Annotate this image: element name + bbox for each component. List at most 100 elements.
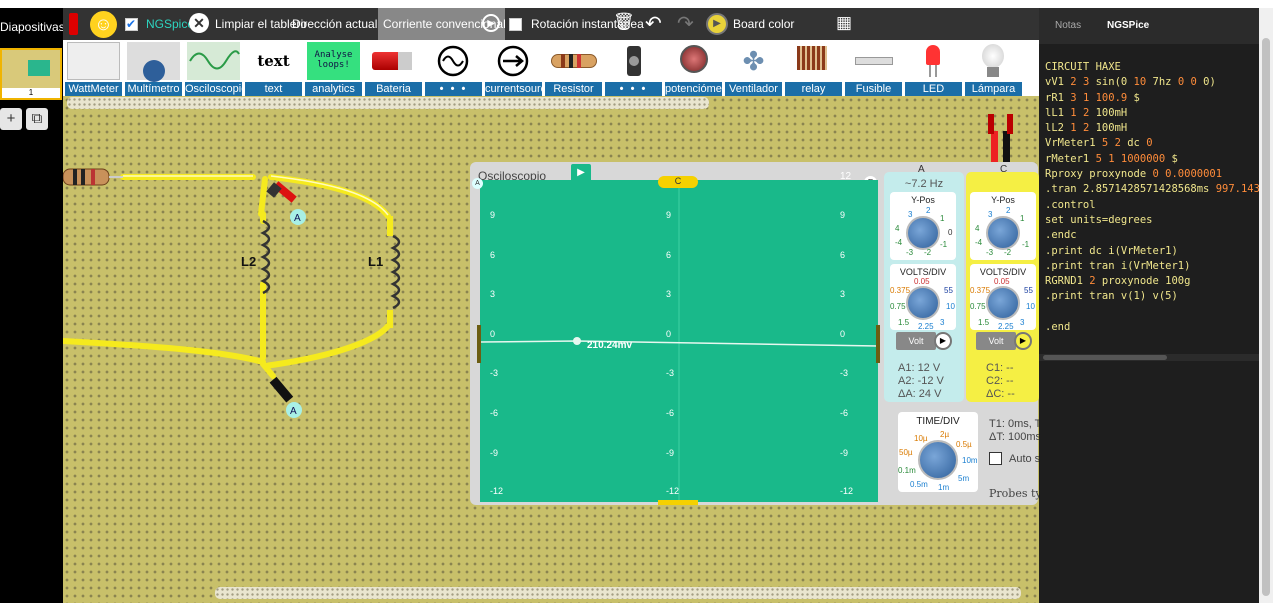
oscilloscope-screen[interactable]: 210.24mv 9 6 3 0 -3 -6 -9 -12 9 6 3 0 -3… — [480, 180, 878, 502]
copy-slide-button[interactable]: ⧉ — [26, 108, 48, 130]
knob-tick: -1 — [1022, 240, 1030, 249]
knob-tick: 10µ — [914, 434, 928, 443]
knob-tick: -4 — [975, 238, 983, 247]
knob-tick: 5m — [958, 474, 970, 483]
auto-scale-checkbox[interactable] — [989, 452, 1002, 465]
time-t1: T1: 0ms, T — [989, 418, 1042, 430]
ammeter-probe-red[interactable]: A — [266, 181, 306, 225]
y-tick: -9 — [490, 448, 499, 458]
time-div-knob[interactable] — [918, 440, 958, 480]
trash-icon[interactable]: 🗑 — [613, 12, 635, 32]
channel-a-volts-knob[interactable] — [906, 286, 940, 320]
top-toolbar: ☺ NGSpice ✕ Limpiar el tablero Dirección… — [63, 8, 1039, 42]
y-tick: 0 — [840, 329, 846, 339]
undo-icon[interactable]: ↶ — [645, 11, 662, 36]
ypos-label: Y-Pos — [911, 195, 935, 205]
channel-a-a1: A1: 12 V — [898, 362, 941, 374]
component-switch[interactable]: • • • — [605, 40, 662, 96]
rotation-checkbox[interactable] — [509, 18, 522, 31]
ngspice-checkbox[interactable] — [125, 17, 138, 31]
component-ventilador[interactable]: ✤ Ventilador — [725, 40, 782, 96]
y-tick: 3 — [840, 289, 846, 299]
channel-c-volt-button[interactable]: Volt — [976, 332, 1016, 350]
scope-trigger-bar[interactable] — [658, 500, 698, 505]
scope-left-handle[interactable] — [477, 325, 481, 363]
wattmeter-icon — [67, 42, 120, 80]
knob-tick: -2 — [1004, 248, 1012, 257]
channel-c-play-icon[interactable]: ▶ — [1014, 332, 1032, 350]
knob-tick: 3 — [940, 318, 945, 327]
knob-tick: 1 — [940, 214, 945, 223]
building-icon[interactable]: ▦ — [836, 13, 852, 33]
component-led[interactable]: LED — [905, 40, 962, 96]
component-analytics[interactable]: Analyse loops! analytics — [305, 40, 362, 96]
close-icon[interactable]: ✕ — [189, 13, 209, 33]
resistor-component[interactable] — [63, 168, 110, 186]
page-scrollbar[interactable] — [1259, 8, 1273, 603]
y-tick: -3 — [840, 368, 849, 378]
channel-c-label: C — [1000, 164, 1008, 175]
potentiometer-icon — [667, 42, 720, 80]
app-root: Diapositivas 1 + ⧉ ☺ NGSpice ✕ Limpiar e… — [0, 0, 1273, 603]
smiley-icon[interactable]: ☺ — [90, 11, 117, 38]
netlist-line: CIRCUIT HAXE — [1045, 61, 1121, 73]
inductor-l1[interactable] — [390, 234, 401, 310]
netlist-line: .print tran v(1) v(5) — [1045, 290, 1178, 303]
component-resistor[interactable]: Resistor — [545, 40, 602, 96]
code-hscrollbar[interactable] — [1039, 354, 1259, 361]
inductor-l2[interactable] — [260, 219, 271, 295]
component-ac-source[interactable]: • • • — [425, 40, 482, 96]
component-label: text — [245, 82, 302, 96]
channel-c-readout: C1: -- C2: -- ΔC: -- — [986, 362, 1015, 401]
channel-a-volt-button[interactable]: Volt — [896, 332, 936, 350]
component-text[interactable]: text text — [245, 40, 302, 96]
add-slide-button[interactable]: + — [0, 108, 22, 130]
record-icon[interactable] — [69, 13, 78, 35]
netlist-line: VrMeter1 5 2 dc 0 — [1045, 137, 1153, 150]
tab-notas[interactable]: Notas — [1055, 20, 1081, 31]
slide-thumbnail[interactable]: 1 — [0, 48, 62, 100]
board-color-play-icon[interactable]: ▶ — [706, 13, 728, 35]
ngspice-netlist[interactable]: CIRCUIT HAXE vV1 2 3 sin(0 10 7hz 0 0 0) r… — [1045, 60, 1260, 335]
scope-right-handle[interactable] — [876, 325, 880, 363]
knob-tick: 0.75 — [890, 302, 906, 311]
channel-c-volts-knob[interactable] — [986, 286, 1020, 320]
relay-icon — [787, 42, 840, 80]
component-fusible[interactable]: Fusible — [845, 40, 902, 96]
time-readout: T1: 0ms, T ΔT: 100ms — [989, 418, 1041, 444]
trace-cursor[interactable] — [573, 337, 581, 345]
knob-tick: 0.375 — [970, 286, 991, 295]
component-bateria[interactable]: Bateria — [365, 40, 422, 96]
play-icon: ▶ — [482, 14, 500, 32]
board-color-button[interactable]: Board color — [733, 17, 794, 31]
tab-ngspice[interactable]: NGSPice — [1107, 20, 1149, 31]
direction-select[interactable]: Corriente convencional ▶ — [378, 8, 506, 42]
probe-a-label: A — [294, 213, 301, 224]
knob-tick: 10 — [946, 302, 955, 311]
battery-icon — [367, 42, 420, 80]
channel-a-ypos-knob[interactable] — [906, 216, 940, 250]
knob-tick: 0.75 — [970, 302, 986, 311]
channel-c-ypos-knob[interactable] — [986, 216, 1020, 250]
scrollbar-thumb[interactable] — [1262, 38, 1270, 596]
component-currentsource[interactable]: currentsource — [485, 40, 542, 96]
channel-a-play-icon[interactable]: ▶ — [934, 332, 952, 350]
ammeter-probe-black[interactable]: A — [269, 376, 302, 418]
component-potenciometro[interactable]: potenciómetro — [665, 40, 722, 96]
component-multimetro[interactable]: Multímetro — [125, 40, 182, 96]
y-tick: -3 — [666, 368, 675, 378]
time-dt: ΔT: 100ms — [989, 431, 1041, 443]
scope-marker-c[interactable]: C — [658, 176, 698, 188]
inductor-l2-label: L2 — [241, 254, 256, 269]
knob-tick: -3 — [986, 248, 994, 257]
component-osciloscopio[interactable]: Osciloscopio — [185, 40, 242, 96]
knob-tick: -1 — [940, 240, 948, 249]
y-tick: 9 — [490, 210, 496, 220]
resistor-icon — [547, 42, 600, 80]
component-relay[interactable]: relay — [785, 40, 842, 96]
netlist-line: .control — [1045, 198, 1096, 211]
component-lampara[interactable]: Lámpara — [965, 40, 1022, 96]
ypos-label: Y-Pos — [991, 195, 1015, 205]
component-wattmeter[interactable]: WattMeter — [65, 40, 122, 96]
redo-icon[interactable]: ↷ — [677, 11, 694, 36]
